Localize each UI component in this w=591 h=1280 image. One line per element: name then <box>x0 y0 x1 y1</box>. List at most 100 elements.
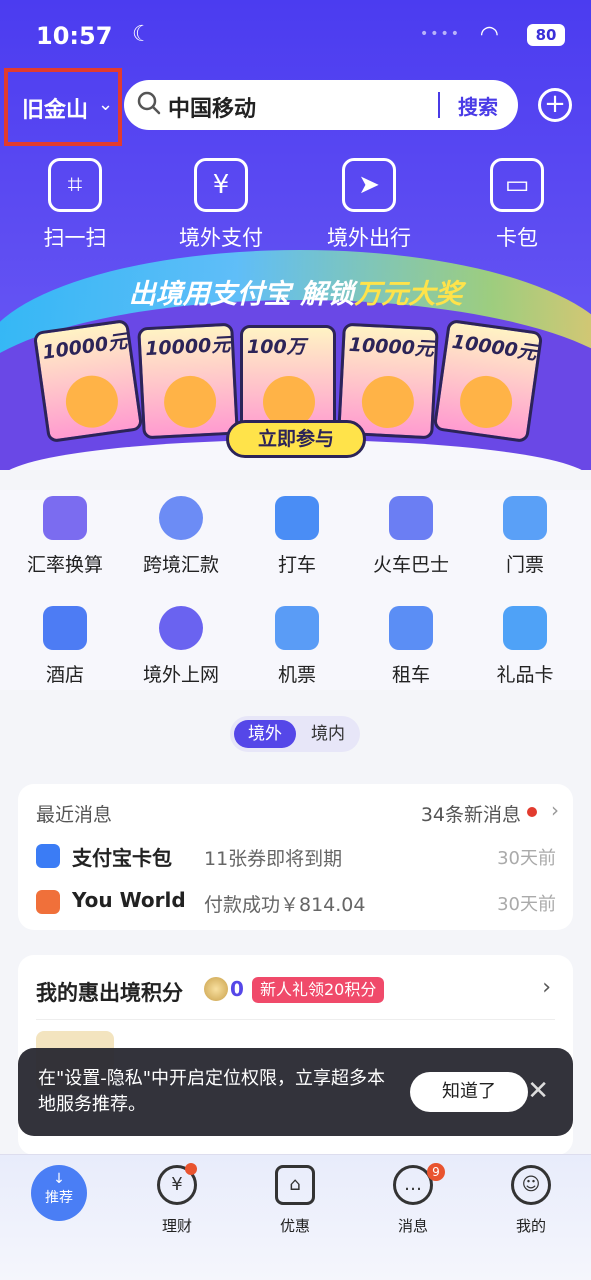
signal-icon: •••• <box>419 26 461 42</box>
close-icon[interactable]: ✕ <box>527 1076 549 1106</box>
divider <box>36 1019 555 1020</box>
prize-card: 10000元 <box>432 318 544 444</box>
shopping-bag-icon: ⌂ <box>275 1165 315 1205</box>
tab-messages[interactable]: … 9 消息 <box>363 1163 463 1236</box>
messages-count: 34条新消息 <box>420 804 521 826</box>
got-it-button[interactable]: 知道了 <box>410 1072 528 1112</box>
service-label: 门票 <box>505 554 544 576</box>
service-label: 汇率换算 <box>26 554 103 576</box>
arrow-down-icon: ↓ <box>53 1171 65 1187</box>
hero-header: 10:57 ☾ •••• ◠ 80 旧金山 ⌄ 中国移动 搜索 + ⌗ 扫一扫 … <box>0 0 591 470</box>
status-time: 10:57 <box>36 22 113 50</box>
yen-pay-icon: ¥ <box>194 158 248 212</box>
quick-action-label: 卡包 <box>496 226 538 250</box>
message-desc: 11张券即将到期 <box>204 848 343 870</box>
train-icon <box>389 496 433 540</box>
location-permission-toast: 在"设置-隐私"中开启定位权限，立享超多本地服务推荐。 知道了 ✕ <box>18 1048 573 1136</box>
character-image <box>360 374 416 430</box>
toast-text: 在"设置-隐私"中开启定位权限，立享超多本地服务推荐。 <box>38 1068 386 1115</box>
message-row[interactable]: You World 付款成功￥814.04 30天前 <box>36 888 556 918</box>
character-image <box>62 372 122 432</box>
tab-recommend-button[interactable]: ↓ 推荐 <box>31 1165 87 1221</box>
store-icon <box>36 890 60 914</box>
search-button[interactable]: 搜索 <box>458 91 498 120</box>
service-overseas-internet[interactable]: 境外上网 <box>122 606 240 687</box>
service-car-rental[interactable]: 租车 <box>352 606 470 687</box>
service-train-bus[interactable]: 火车巴士 <box>352 496 470 577</box>
quick-action-overseas-travel[interactable]: ➤ 境外出行 <box>314 158 424 252</box>
service-label: 租车 <box>391 664 430 686</box>
service-label: 火车巴士 <box>372 554 449 576</box>
service-exchange-rate[interactable]: 汇率换算 <box>6 496 124 577</box>
search-icon <box>137 91 161 115</box>
search-input[interactable]: 中国移动 <box>168 91 256 123</box>
plane-icon <box>275 606 319 650</box>
car-icon <box>389 606 433 650</box>
prize-card: 10000元 <box>137 322 239 440</box>
tab-label: 优惠 <box>279 1217 310 1235</box>
service-gift-card[interactable]: 礼品卡 <box>466 606 584 687</box>
toggle-overseas[interactable]: 境外 <box>234 720 296 748</box>
banner-title[interactable]: 出境用支付宝 解锁万元大奖 <box>0 272 591 311</box>
prize-card-amount: 10000元 <box>348 333 435 361</box>
message-time: 30天前 <box>497 894 556 915</box>
search-divider <box>438 92 440 118</box>
gift-icon <box>503 606 547 650</box>
moon-icon: ☾ <box>132 22 152 47</box>
service-label: 境外上网 <box>142 664 219 686</box>
tab-mine[interactable]: ☺ 我的 <box>481 1165 581 1236</box>
user-icon: ☺ <box>511 1165 551 1205</box>
quick-action-card-wallet[interactable]: ▭ 卡包 <box>462 158 572 252</box>
quick-action-scan[interactable]: ⌗ 扫一扫 <box>20 158 130 252</box>
unread-dot <box>527 807 537 817</box>
message-desc: 付款成功￥814.04 <box>204 894 366 916</box>
scan-icon: ⌗ <box>48 158 102 212</box>
join-button[interactable]: 立即参与 <box>226 420 366 458</box>
services-grid: 汇率换算 跨境汇款 打车 火车巴士 门票 酒店 境外上网 机票 租车 礼品卡 <box>0 490 591 690</box>
recent-messages-card[interactable]: 最近消息 34条新消息 › 支付宝卡包 11张券即将到期 30天前 You Wo… <box>18 784 573 930</box>
tab-wealth[interactable]: ¥ 理财 <box>127 1163 227 1236</box>
quick-action-label: 境外支付 <box>179 226 263 250</box>
chevron-down-icon: ⌄ <box>98 94 114 115</box>
dollar-icon <box>159 496 203 540</box>
region-toggle[interactable]: 境外 境内 <box>230 716 360 752</box>
service-flights[interactable]: 机票 <box>238 606 356 687</box>
add-icon[interactable]: + <box>538 88 572 122</box>
prize-card-amount: 10000元 <box>41 330 129 364</box>
service-remittance[interactable]: 跨境汇款 <box>122 496 240 577</box>
status-bar: 10:57 ☾ •••• ◠ 80 <box>36 18 565 58</box>
service-tickets[interactable]: 门票 <box>466 496 584 577</box>
card-wallet-icon <box>36 844 60 868</box>
tab-bar: ↓ 推荐 ¥ 理财 ⌂ 优惠 … 9 消息 ☺ 我的 <box>0 1154 591 1280</box>
message-row[interactable]: 支付宝卡包 11张券即将到期 30天前 <box>36 842 556 872</box>
hotel-icon <box>43 606 87 650</box>
quick-action-label: 扫一扫 <box>43 226 107 250</box>
prize-card-amount: 10000元 <box>144 333 231 361</box>
chevron-right-icon: › <box>542 975 551 1000</box>
travel-arrow-icon: ➤ <box>342 158 396 212</box>
service-hotel[interactable]: 酒店 <box>6 606 124 687</box>
message-sender: 支付宝卡包 <box>72 846 172 870</box>
wifi-icon <box>159 606 203 650</box>
coin-icon <box>204 977 228 1001</box>
service-label: 酒店 <box>45 664 84 686</box>
service-taxi[interactable]: 打车 <box>238 496 356 577</box>
tab-recommend[interactable]: ↓ 推荐 <box>9 1165 109 1221</box>
service-label: 打车 <box>277 554 316 576</box>
banner-title-highlight: 万元大奖 <box>354 279 463 310</box>
newcomer-tag[interactable]: 新人礼领20积分 <box>252 977 385 1003</box>
tab-label: 我的 <box>515 1217 546 1235</box>
exchange-icon <box>43 496 87 540</box>
points-title: 我的惠出境积分 <box>36 981 183 1005</box>
quick-action-overseas-pay[interactable]: ¥ 境外支付 <box>166 158 276 252</box>
battery-icon: 80 <box>527 24 565 46</box>
message-sender: You World <box>72 888 186 912</box>
messages-title: 最近消息 <box>36 804 113 826</box>
tab-offers[interactable]: ⌂ 优惠 <box>245 1165 345 1236</box>
tab-label: 消息 <box>397 1217 428 1235</box>
points-value: 0 <box>230 977 244 1001</box>
city-selector[interactable]: 旧金山 ⌄ <box>4 68 122 146</box>
search-bar[interactable]: 中国移动 搜索 <box>124 80 518 130</box>
prize-card-amount: 10000元 <box>450 330 538 365</box>
toggle-domestic[interactable]: 境内 <box>300 720 356 748</box>
